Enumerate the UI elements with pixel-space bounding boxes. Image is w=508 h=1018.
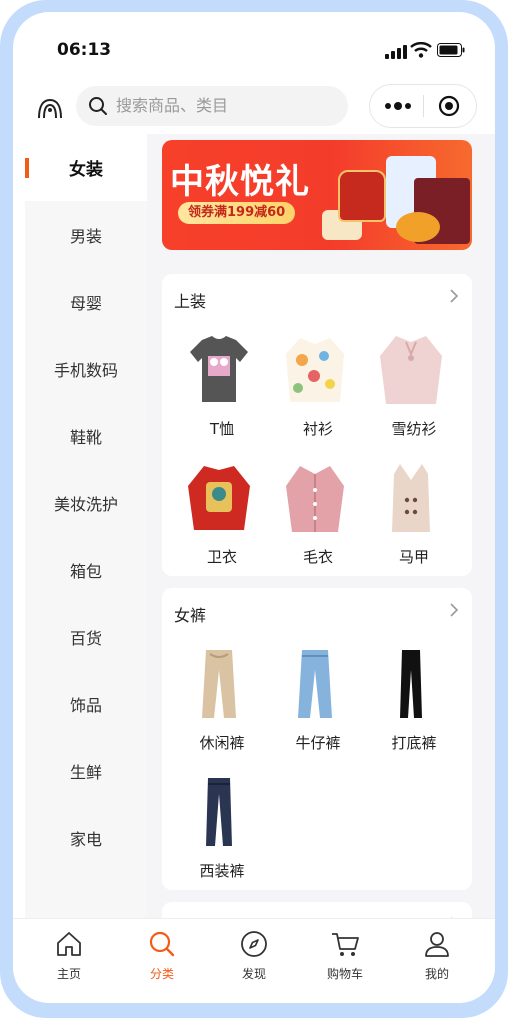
sweater-icon <box>286 466 344 532</box>
category-item-jeans[interactable]: 牛仔裤 <box>258 646 354 766</box>
sidebar-item-womens-wear[interactable]: 女装 <box>25 134 147 201</box>
item-label: 马甲 <box>398 548 429 566</box>
tab-label: 主页 <box>56 967 81 981</box>
category-item-suit-pants[interactable]: 西装裤 <box>162 774 258 894</box>
chiffon-blouse-icon <box>380 336 442 404</box>
top-nav: 搜索商品、类目 <box>13 84 495 134</box>
sidebar-item-mens-wear[interactable]: 男装 <box>25 201 147 268</box>
mini-program-capsule <box>369 84 477 128</box>
section-tops: 上装 T恤 衬衫 雪纺衫 卫衣 毛衣 马甲 <box>162 274 472 576</box>
category-item-sweatshirt[interactable]: 卫衣 <box>162 460 258 580</box>
section-womens-pants: 女裤 休闲裤 牛仔裤 打底裤 西装裤 <box>162 588 472 890</box>
more-options-icon[interactable] <box>384 97 412 115</box>
suit-pants-icon <box>206 778 232 846</box>
jeans-icon <box>298 650 332 718</box>
tab-discover[interactable]: 发现 <box>214 927 294 987</box>
section-title: 上装 <box>174 292 207 311</box>
category-item-vest[interactable]: 马甲 <box>354 460 450 580</box>
sidebar-item-bags[interactable]: 箱包 <box>25 536 147 603</box>
home-icon <box>57 932 81 956</box>
tab-label: 购物车 <box>326 967 363 981</box>
section-title: 女裤 <box>174 606 207 625</box>
category-item-casual-pants[interactable]: 休闲裤 <box>162 646 258 766</box>
sidebar-item-phones-digital[interactable]: 手机数码 <box>25 335 147 402</box>
tshirt-icon <box>190 336 248 402</box>
sidebar-item-beauty[interactable]: 美妆洗护 <box>25 469 147 536</box>
banner-title: 中秋悦礼 <box>170 162 310 202</box>
tab-home[interactable]: 主页 <box>29 927 109 987</box>
status-time: 06:13 <box>57 40 112 60</box>
category-item-chiffon-blouse[interactable]: 雪纺衫 <box>354 332 450 452</box>
shirt-icon <box>286 338 344 402</box>
close-mini-program-icon[interactable] <box>438 95 460 117</box>
compass-icon <box>241 931 267 957</box>
search-icon <box>89 97 107 115</box>
tab-label: 我的 <box>424 967 449 981</box>
sidebar-item-shoes[interactable]: 鞋靴 <box>25 402 147 469</box>
item-label: 西装裤 <box>199 862 245 880</box>
search-icon <box>149 931 175 957</box>
phone-screen: 06:13 搜索商品、类目 女装 男装 母婴 手机数码 鞋靴 美妆洗护 箱包 百… <box>13 12 495 1003</box>
app-logo-icon[interactable] <box>35 94 65 122</box>
tab-cart[interactable]: 购物车 <box>305 927 385 987</box>
capsule-divider <box>423 95 424 117</box>
device-frame: 06:13 搜索商品、类目 女装 男装 母婴 手机数码 鞋靴 美妆洗护 箱包 百… <box>0 0 508 1018</box>
search-placeholder: 搜索商品、类目 <box>116 96 229 115</box>
profile-icon <box>425 932 449 957</box>
category-item-leggings[interactable]: 打底裤 <box>354 646 450 766</box>
tab-label: 发现 <box>241 967 266 981</box>
sidebar-item-mother-baby[interactable]: 母婴 <box>25 268 147 335</box>
chevron-right-icon[interactable] <box>448 288 460 304</box>
cellular-signal-icon <box>385 45 407 59</box>
chevron-right-icon[interactable] <box>448 602 460 618</box>
item-label: 打底裤 <box>391 734 437 752</box>
tab-label: 分类 <box>149 967 174 981</box>
tab-profile[interactable]: 我的 <box>397 927 477 987</box>
promo-banner[interactable]: 中秋悦礼 领券满199减60 <box>162 140 472 250</box>
sidebar-item-fresh-food[interactable]: 生鲜 <box>25 737 147 804</box>
search-bar[interactable]: 搜索商品、类目 <box>76 86 348 126</box>
category-item-tshirt[interactable]: T恤 <box>162 332 258 452</box>
casual-pants-icon <box>202 650 236 718</box>
wifi-icon <box>410 42 432 58</box>
vest-icon <box>392 464 430 532</box>
sidebar-item-general-goods[interactable]: 百货 <box>25 603 147 670</box>
sidebar-item-appliances[interactable]: 家电 <box>25 804 147 871</box>
section-sets: 套装 <box>162 902 472 918</box>
tab-category[interactable]: 分类 <box>122 927 202 987</box>
sweatshirt-icon <box>188 466 250 530</box>
banner-coupon: 领券满199减60 <box>178 202 296 224</box>
item-label: 雪纺衫 <box>391 420 437 438</box>
crab-illustration <box>396 212 440 242</box>
category-content: 中秋悦礼 领券满199减60 上装 T恤 衬衫 雪纺衫 卫衣 毛衣 马甲 女裤 … <box>147 134 495 918</box>
battery-icon <box>437 43 465 57</box>
cart-icon <box>332 933 359 956</box>
category-item-shirt[interactable]: 衬衫 <box>258 332 354 452</box>
gift-jar-illustration <box>338 170 386 222</box>
status-bar: 06:13 <box>13 12 495 76</box>
category-item-sweater[interactable]: 毛衣 <box>258 460 354 580</box>
bottom-tab-bar: 主页 分类 发现 购物车 我的 <box>13 918 495 1003</box>
category-sidebar: 女装 男装 母婴 手机数码 鞋靴 美妆洗护 箱包 百货 饰品 生鲜 家电 <box>25 134 147 918</box>
sidebar-item-accessories[interactable]: 饰品 <box>25 670 147 737</box>
leggings-icon <box>400 650 422 718</box>
